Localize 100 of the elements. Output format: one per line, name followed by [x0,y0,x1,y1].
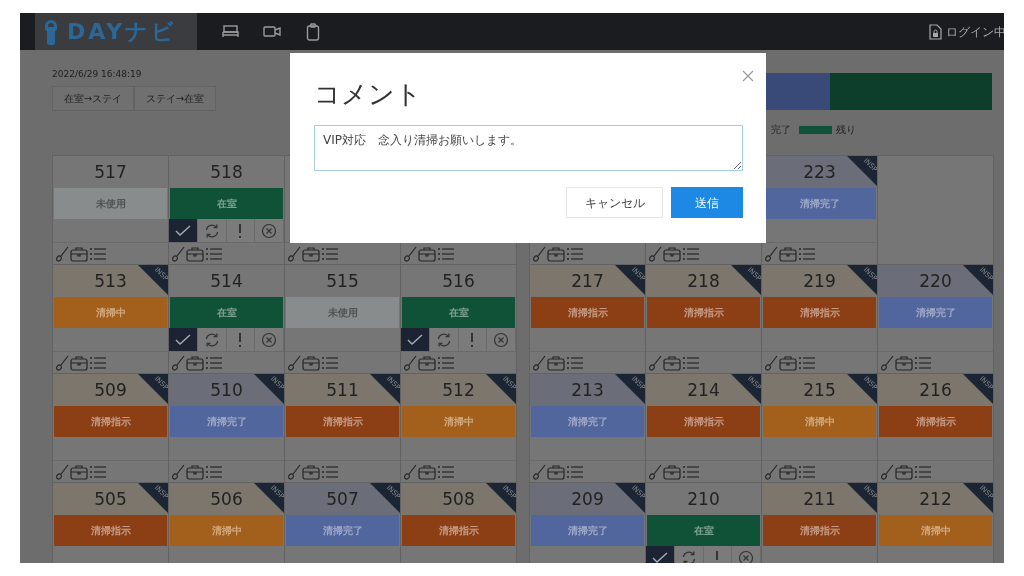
cancel-button[interactable]: キャンセル [566,187,663,218]
briefcase-icon[interactable] [302,463,320,480]
brush-icon[interactable] [55,354,69,371]
check-button[interactable] [401,328,430,351]
status-bar[interactable]: 在室 [170,297,283,328]
briefcase-icon[interactable] [895,354,913,371]
check-button[interactable] [169,219,198,242]
status-bar[interactable]: 清掃指示 [879,406,992,437]
list-icon[interactable] [321,464,339,479]
status-bar[interactable]: 清掃中 [763,406,876,437]
status-bar[interactable]: 清掃指示 [531,297,644,328]
briefcase-icon[interactable] [547,245,565,262]
brush-icon[interactable] [171,463,185,480]
briefcase-icon[interactable] [186,463,204,480]
status-bar[interactable]: 清掃中 [170,515,283,546]
briefcase-icon[interactable] [186,354,204,371]
briefcase-icon[interactable] [302,354,320,371]
brush-icon[interactable] [55,245,69,262]
status-bar[interactable]: 清掃完了 [531,406,644,437]
list-icon[interactable] [205,246,223,261]
list-icon[interactable] [566,246,584,261]
send-button[interactable]: 送信 [671,187,743,218]
status-bar[interactable]: 在室 [170,188,283,219]
status-bar[interactable]: 清掃中 [402,406,515,437]
check-button[interactable] [169,328,198,351]
list-icon[interactable] [798,355,816,370]
briefcase-icon[interactable] [70,463,88,480]
briefcase-icon[interactable] [418,245,436,262]
cancel-button[interactable] [732,546,761,563]
status-bar[interactable]: 清掃指示 [54,515,167,546]
refresh-button[interactable] [429,328,459,351]
video-camera-icon[interactable] [263,25,282,38]
login-status[interactable]: ログイン中 [946,22,1004,41]
status-bar[interactable]: 清掃指示 [647,406,760,437]
cancel-button[interactable] [255,219,284,242]
status-bar[interactable]: 清掃完了 [170,406,283,437]
comment-field[interactable]: VIP対応 念入り清掃お願いします。 [314,125,743,171]
list-icon[interactable] [566,464,584,479]
cancel-button[interactable] [487,328,516,351]
brush-icon[interactable] [532,245,546,262]
brush-icon[interactable] [287,354,301,371]
brush-icon[interactable] [648,245,662,262]
briefcase-icon[interactable] [663,463,681,480]
brush-icon[interactable] [880,354,894,371]
status-bar[interactable]: 清掃完了 [763,188,876,219]
refresh-button[interactable] [197,219,227,242]
refresh-button[interactable] [674,546,704,563]
brush-icon[interactable] [764,354,778,371]
status-bar[interactable]: 清掃完了 [286,515,399,546]
stay-button[interactable]: 在室→ステイ [52,85,134,111]
briefcase-icon[interactable] [186,245,204,262]
briefcase-icon[interactable] [547,463,565,480]
status-bar[interactable]: 清掃指示 [763,297,876,328]
status-bar[interactable]: 清掃完了 [531,515,644,546]
refresh-button[interactable] [197,328,227,351]
bed-icon[interactable] [222,24,239,39]
clipboard-icon[interactable] [306,22,320,41]
list-icon[interactable] [89,355,107,370]
brush-icon[interactable] [55,463,69,480]
list-icon[interactable] [437,464,455,479]
briefcase-icon[interactable] [418,463,436,480]
cancel-button[interactable] [255,328,284,351]
check-button[interactable] [646,546,675,563]
list-icon[interactable] [798,464,816,479]
list-icon[interactable] [205,464,223,479]
alert-button[interactable] [226,328,256,351]
list-icon[interactable] [914,355,932,370]
list-icon[interactable] [682,246,700,261]
list-icon[interactable] [205,355,223,370]
brush-icon[interactable] [403,245,417,262]
list-icon[interactable] [321,246,339,261]
alert-button[interactable] [458,328,488,351]
briefcase-icon[interactable] [779,245,797,262]
briefcase-icon[interactable] [663,245,681,262]
briefcase-icon[interactable] [547,354,565,371]
status-bar[interactable]: 清掃指示 [647,297,760,328]
status-bar[interactable]: 清掃完了 [879,297,992,328]
briefcase-icon[interactable] [418,354,436,371]
brush-icon[interactable] [403,354,417,371]
briefcase-icon[interactable] [779,354,797,371]
alert-button[interactable] [226,219,256,242]
list-icon[interactable] [566,355,584,370]
list-icon[interactable] [437,355,455,370]
list-icon[interactable] [89,246,107,261]
brush-icon[interactable] [171,245,185,262]
briefcase-icon[interactable] [70,245,88,262]
stay-button[interactable]: ステイ→在室 [134,85,216,111]
brush-icon[interactable] [403,463,417,480]
status-bar[interactable]: 清掃指示 [286,406,399,437]
list-icon[interactable] [798,246,816,261]
status-bar[interactable]: 清掃指示 [763,515,876,546]
status-bar[interactable]: 未使用 [286,297,399,328]
brush-icon[interactable] [171,354,185,371]
alert-button[interactable] [703,546,733,563]
brush-icon[interactable] [648,354,662,371]
status-bar[interactable]: 清掃指示 [402,515,515,546]
brush-icon[interactable] [764,463,778,480]
brush-icon[interactable] [648,463,662,480]
brush-icon[interactable] [287,463,301,480]
brush-icon[interactable] [287,245,301,262]
